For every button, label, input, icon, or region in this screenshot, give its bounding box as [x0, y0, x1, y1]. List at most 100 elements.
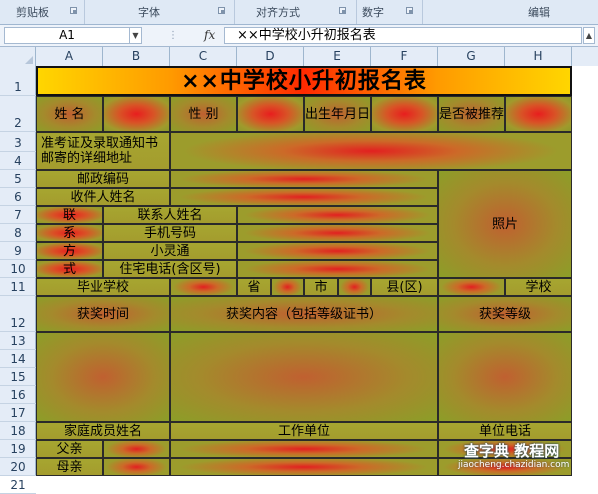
father-work-input-cell[interactable] — [170, 440, 438, 458]
school-name-input-cell[interactable] — [438, 278, 505, 296]
province-label-cell[interactable]: 省 — [237, 278, 271, 296]
select-all-button[interactable] — [0, 47, 36, 66]
award-time-input-cell[interactable] — [36, 332, 170, 422]
column-header-e[interactable]: E — [304, 47, 371, 66]
row-header-4[interactable]: 4 — [0, 152, 36, 170]
father-name-input-cell[interactable] — [103, 440, 170, 458]
row-header-17[interactable]: 17 — [0, 404, 36, 422]
address-input-cell[interactable] — [170, 132, 572, 170]
contact-name-input-cell[interactable] — [237, 206, 438, 224]
clipboard-group-label: 剪贴板 — [16, 6, 49, 19]
postcode-input-cell[interactable] — [170, 170, 438, 188]
column-header-b[interactable]: B — [103, 47, 170, 66]
row-header-16[interactable]: 16 — [0, 386, 36, 404]
award-level-input-cell[interactable] — [438, 332, 572, 422]
mother-name-input-cell[interactable] — [103, 458, 170, 476]
contact-name-label-cell[interactable]: 联系人姓名 — [103, 206, 237, 224]
birth-label-cell[interactable]: 出生年月日 — [304, 96, 371, 132]
alignment-group[interactable]: 对齐方式 — [234, 0, 357, 24]
expand-formula-bar-icon[interactable]: ▲ — [583, 27, 595, 44]
province-input-cell[interactable] — [170, 278, 237, 296]
recommended-label-cell[interactable]: 是否被推荐 — [438, 96, 505, 132]
column-header-h[interactable]: H — [505, 47, 572, 66]
county-label-cell[interactable]: 县(区) — [371, 278, 438, 296]
gender-input-cell[interactable] — [237, 96, 304, 132]
column-header-c[interactable]: C — [170, 47, 237, 66]
mobile-input-cell[interactable] — [237, 224, 438, 242]
contact-char-2: 系 — [36, 224, 103, 242]
mobile-label-cell[interactable]: 手机号码 — [103, 224, 237, 242]
clipboard-group[interactable]: 剪贴板 — [0, 0, 85, 24]
gender-label-cell[interactable]: 性 别 — [170, 96, 237, 132]
row-header-12[interactable]: 12 — [0, 296, 36, 332]
row-header-10[interactable]: 10 — [0, 260, 36, 278]
contact-char-4: 式 — [36, 260, 103, 278]
row-header-11[interactable]: 11 — [0, 278, 36, 296]
column-header-f[interactable]: F — [371, 47, 438, 66]
row-header-2[interactable]: 2 — [0, 96, 36, 132]
number-launcher-icon[interactable] — [406, 7, 413, 14]
row-header-8[interactable]: 8 — [0, 224, 36, 242]
font-group[interactable]: 字体 — [84, 0, 235, 24]
award-time-label-cell[interactable]: 获奖时间 — [36, 296, 170, 332]
contact-char-3: 方 — [36, 242, 103, 260]
recipient-input-cell[interactable] — [170, 188, 438, 206]
alignment-launcher-icon[interactable] — [339, 7, 346, 14]
city-input-cell[interactable] — [271, 278, 304, 296]
family-name-label-cell[interactable]: 家庭成员姓名 — [36, 422, 170, 440]
column-header-a[interactable]: A — [36, 47, 103, 66]
recommended-input-cell[interactable] — [505, 96, 572, 132]
father-label-cell[interactable]: 父亲 — [36, 440, 103, 458]
name-box[interactable]: A1 — [4, 27, 130, 44]
unit-phone-label-cell[interactable]: 单位电话 — [438, 422, 572, 440]
font-launcher-icon[interactable] — [218, 7, 225, 14]
postcode-label-cell[interactable]: 邮政编码 — [36, 170, 170, 188]
row-header-5[interactable]: 5 — [0, 170, 36, 188]
row-header-9[interactable]: 9 — [0, 242, 36, 260]
editing-group-label: 编辑 — [528, 6, 550, 19]
row-header-bar: 1 2 3 4 5 6 7 8 9 10 11 12 13 14 15 16 1… — [0, 66, 36, 494]
county-input-cell[interactable] — [338, 278, 371, 296]
city-label-cell[interactable]: 市 — [304, 278, 338, 296]
name-label-cell[interactable]: 姓 名 — [36, 96, 103, 132]
mother-label-cell[interactable]: 母亲 — [36, 458, 103, 476]
row-header-13[interactable]: 13 — [0, 332, 36, 350]
phs-input-cell[interactable] — [237, 242, 438, 260]
school-suffix-cell[interactable]: 学校 — [505, 278, 572, 296]
award-level-label-cell[interactable]: 获奖等级 — [438, 296, 572, 332]
column-header-d[interactable]: D — [237, 47, 304, 66]
form-title[interactable]: ××中学校小升初报名表 — [36, 66, 572, 96]
address-label-cell[interactable]: 准考证及录取通知书邮寄的详细地址 — [36, 132, 170, 170]
phs-label-cell[interactable]: 小灵通 — [103, 242, 237, 260]
row-header-3[interactable]: 3 — [0, 132, 36, 152]
row-header-18[interactable]: 18 — [0, 422, 36, 440]
home-phone-label-cell[interactable]: 住宅电话(含区号) — [103, 260, 237, 278]
ribbon-group-bar: 剪贴板 字体 对齐方式 数字 编辑 — [0, 0, 598, 25]
insert-function-icon[interactable]: fx — [204, 27, 215, 44]
birth-input-cell[interactable] — [371, 96, 438, 132]
award-content-label-cell[interactable]: 获奖内容（包括等级证书） — [170, 296, 438, 332]
name-input-cell[interactable] — [103, 96, 170, 132]
home-phone-input-cell[interactable] — [237, 260, 438, 278]
row-header-1[interactable]: 1 — [0, 66, 36, 96]
photo-cell[interactable]: 照片 — [438, 170, 572, 278]
award-content-input-cell[interactable] — [170, 332, 438, 422]
row-header-19[interactable]: 19 — [0, 440, 36, 458]
column-header-g[interactable]: G — [438, 47, 505, 66]
mother-work-input-cell[interactable] — [170, 458, 438, 476]
school-label-cell[interactable]: 毕业学校 — [36, 278, 170, 296]
row-header-21[interactable]: 21 — [0, 476, 36, 494]
name-box-dropdown-icon[interactable]: ▼ — [130, 27, 142, 44]
formula-input[interactable]: ××中学校小升初报名表 — [224, 27, 582, 44]
row-header-15[interactable]: 15 — [0, 368, 36, 386]
number-group[interactable]: 数字 — [356, 0, 423, 24]
row-header-20[interactable]: 20 — [0, 458, 36, 476]
row-header-14[interactable]: 14 — [0, 350, 36, 368]
row-header-7[interactable]: 7 — [0, 206, 36, 224]
recipient-label-cell[interactable]: 收件人姓名 — [36, 188, 170, 206]
row-header-6[interactable]: 6 — [0, 188, 36, 206]
work-unit-label-cell[interactable]: 工作单位 — [170, 422, 438, 440]
worksheet-grid[interactable]: ××中学校小升初报名表 姓 名 性 别 出生年月日 是否被推荐 准考证及录取通知… — [36, 66, 598, 476]
editing-group[interactable]: 编辑 — [422, 0, 598, 24]
clipboard-launcher-icon[interactable] — [70, 7, 77, 14]
